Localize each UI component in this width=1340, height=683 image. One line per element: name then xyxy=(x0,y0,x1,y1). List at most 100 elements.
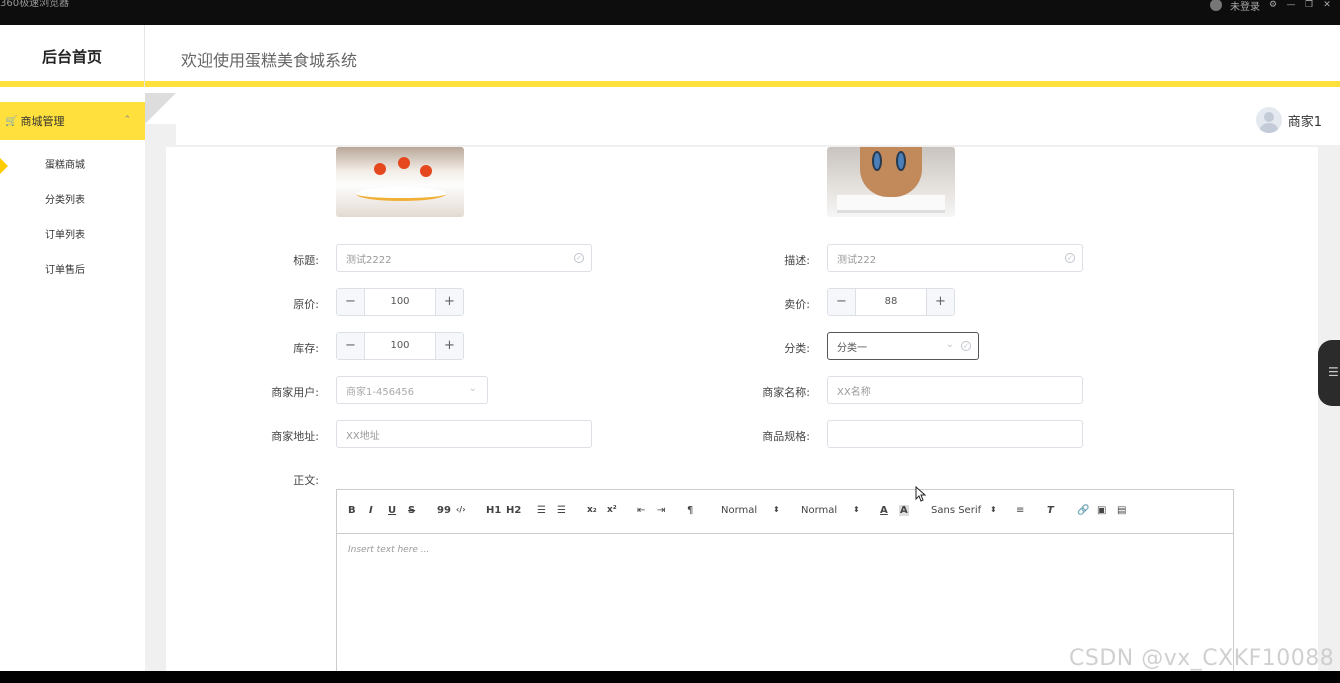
sidebar-item-order-list[interactable]: 订单列表 xyxy=(0,226,145,246)
image-icon[interactable]: ▣ xyxy=(1097,505,1106,516)
spec-field[interactable] xyxy=(827,420,1083,448)
restore-icon[interactable]: ❐ xyxy=(1304,0,1314,10)
edit-form-panel: 标题: 测试2222 ✓ 描述: 测试222 ✓ 原价: − 100 + 卖价:… xyxy=(166,147,1318,671)
increment-button[interactable]: + xyxy=(926,289,954,315)
clear-format-icon[interactable]: T xyxy=(1047,505,1054,516)
blockquote-button[interactable]: 99 xyxy=(437,505,451,516)
cart-icon: 🛒 xyxy=(5,115,18,127)
desc-label: 描述: xyxy=(784,254,810,267)
sidebar-item-label: 订单售后 xyxy=(45,265,85,276)
product-image-figure-cake[interactable] xyxy=(827,147,955,217)
decrement-button[interactable]: − xyxy=(828,289,856,315)
video-icon[interactable]: ▤ xyxy=(1117,505,1126,516)
sidebar-item-cake-mall[interactable]: 蛋糕商城 xyxy=(0,156,145,176)
title-value: 测试2222 xyxy=(346,254,392,266)
merchant-addr-field[interactable]: XX地址 xyxy=(336,420,592,448)
font-select[interactable]: Sans Serif xyxy=(931,505,981,516)
close-icon[interactable]: ✕ xyxy=(1322,0,1332,10)
editor-toolbar: B I U S 99 ‹/› H1 H2 ☰ ☰ x₂ x² ⇤ ⇥ ¶ Nor… xyxy=(337,490,1233,534)
user-name: 商家1 xyxy=(1287,114,1322,130)
sidebar-group-mall[interactable]: 🛒 商城管理 ⌃ xyxy=(0,102,145,140)
stepper-value[interactable]: 100 xyxy=(365,289,435,315)
settings-icon[interactable]: ⚙ xyxy=(1268,0,1278,10)
browser-titlebar: 360极速浏览器 未登录 ⚙ — ❐ ✕ xyxy=(0,0,1340,25)
chevron-down-icon: ⌄ xyxy=(945,339,954,350)
sidebar-item-label: 蛋糕商城 xyxy=(45,160,85,171)
header1-button[interactable]: H1 xyxy=(486,505,501,516)
outdent-icon[interactable]: ⇤ xyxy=(637,505,645,516)
stepper-value[interactable]: 100 xyxy=(365,333,435,359)
font-select-arrows-icon: ⬍ xyxy=(990,505,997,514)
size-select[interactable]: Normal xyxy=(801,505,837,516)
fold-corner-decoration xyxy=(145,93,176,124)
align-icon[interactable]: ≡ xyxy=(1016,505,1024,516)
sidebar-group-label: 商城管理 xyxy=(20,115,65,128)
link-icon[interactable]: 🔗 xyxy=(1077,505,1089,516)
bullet-list-icon[interactable]: ☰ xyxy=(557,505,566,516)
title-label: 标题: xyxy=(293,254,319,267)
stock-stepper: − 100 + xyxy=(336,332,464,360)
indent-icon[interactable]: ⇥ xyxy=(657,505,665,516)
stepper-value[interactable]: 88 xyxy=(856,289,926,315)
user-bar: 商家1 xyxy=(176,93,1340,145)
background-color-icon[interactable]: A xyxy=(899,505,909,516)
body-label: 正文: xyxy=(293,474,319,487)
desc-field[interactable]: 测试222 ✓ xyxy=(827,244,1083,272)
merchant-name-field[interactable]: XX名称 xyxy=(827,376,1083,404)
browser-controls: 未登录 ⚙ — ❐ ✕ xyxy=(1210,0,1332,13)
top-header: 后台首页 欢迎使用蛋糕美食城系统 xyxy=(0,25,1340,87)
chevron-down-icon: ⌄ xyxy=(468,383,477,394)
user-menu[interactable]: 商家1 xyxy=(1255,107,1322,133)
sidebar-item-label: 订单列表 xyxy=(45,230,85,241)
header-select[interactable]: Normal xyxy=(721,505,757,516)
decrement-button[interactable]: − xyxy=(337,289,365,315)
check-circle-icon: ✓ xyxy=(1065,253,1075,263)
increment-button[interactable]: + xyxy=(435,333,463,359)
underline-button[interactable]: U xyxy=(388,505,396,516)
minimize-icon[interactable]: — xyxy=(1286,0,1296,10)
check-circle-icon: ✓ xyxy=(574,253,584,263)
brand-home-link[interactable]: 后台首页 xyxy=(0,25,145,87)
editor-placeholder[interactable]: Insert text here ... xyxy=(348,545,429,555)
code-block-button[interactable]: ‹/› xyxy=(456,505,466,514)
side-drawer-tab[interactable]: ☰ xyxy=(1318,340,1340,406)
app-window: 后台首页 欢迎使用蛋糕美食城系统 🛒 商城管理 ⌃ 蛋糕商城 分类列表 订单列表… xyxy=(0,25,1340,671)
product-image-cake[interactable] xyxy=(336,147,464,217)
subscript-icon[interactable]: x₂ xyxy=(587,505,597,515)
original-price-label: 原价: xyxy=(293,298,319,311)
sale-price-stepper: − 88 + xyxy=(827,288,955,316)
chevron-up-icon: ⌃ xyxy=(123,115,131,125)
sidebar-item-category-list[interactable]: 分类列表 xyxy=(0,191,145,211)
ordered-list-icon[interactable]: ☰ xyxy=(537,505,546,516)
original-price-stepper: − 100 + xyxy=(336,288,464,316)
category-label: 分类: xyxy=(784,342,810,355)
header-select-arrows-icon: ⬍ xyxy=(773,505,780,514)
check-circle-icon: ✓ xyxy=(961,341,971,351)
stock-label: 库存: xyxy=(293,342,319,355)
strike-button[interactable]: S xyxy=(408,505,415,516)
mouse-cursor-icon xyxy=(915,486,927,502)
decrement-button[interactable]: − xyxy=(337,333,365,359)
merchant-name-placeholder: XX名称 xyxy=(837,386,871,398)
merchant-user-select[interactable]: 商家1-456456 ⌄ xyxy=(336,376,488,404)
merchant-user-label: 商家用户: xyxy=(271,386,319,399)
text-direction-icon[interactable]: ¶ xyxy=(687,505,693,516)
merchant-name-label: 商家名称: xyxy=(762,386,810,399)
system-title: 欢迎使用蛋糕美食城系统 xyxy=(181,51,358,70)
sidebar-item-after-sales[interactable]: 订单售后 xyxy=(0,261,145,281)
header2-button[interactable]: H2 xyxy=(506,505,521,516)
desc-value: 测试222 xyxy=(837,254,877,266)
rich-text-editor: B I U S 99 ‹/› H1 H2 ☰ ☰ x₂ x² ⇤ ⇥ ¶ Nor… xyxy=(336,489,1234,671)
browser-avatar-icon[interactable] xyxy=(1210,0,1222,11)
superscript-icon[interactable]: x² xyxy=(607,505,617,515)
active-pointer-icon xyxy=(0,158,8,174)
increment-button[interactable]: + xyxy=(435,289,463,315)
category-select[interactable]: 分类一 ⌄ ✓ xyxy=(827,332,979,360)
italic-button[interactable]: I xyxy=(369,505,373,516)
text-color-icon[interactable]: A xyxy=(880,505,888,516)
sale-price-label: 卖价: xyxy=(784,298,810,311)
bold-button[interactable]: B xyxy=(348,505,356,516)
browser-account[interactable]: 未登录 xyxy=(1230,0,1260,13)
title-field[interactable]: 测试2222 ✓ xyxy=(336,244,592,272)
bottom-bar xyxy=(0,671,1340,683)
